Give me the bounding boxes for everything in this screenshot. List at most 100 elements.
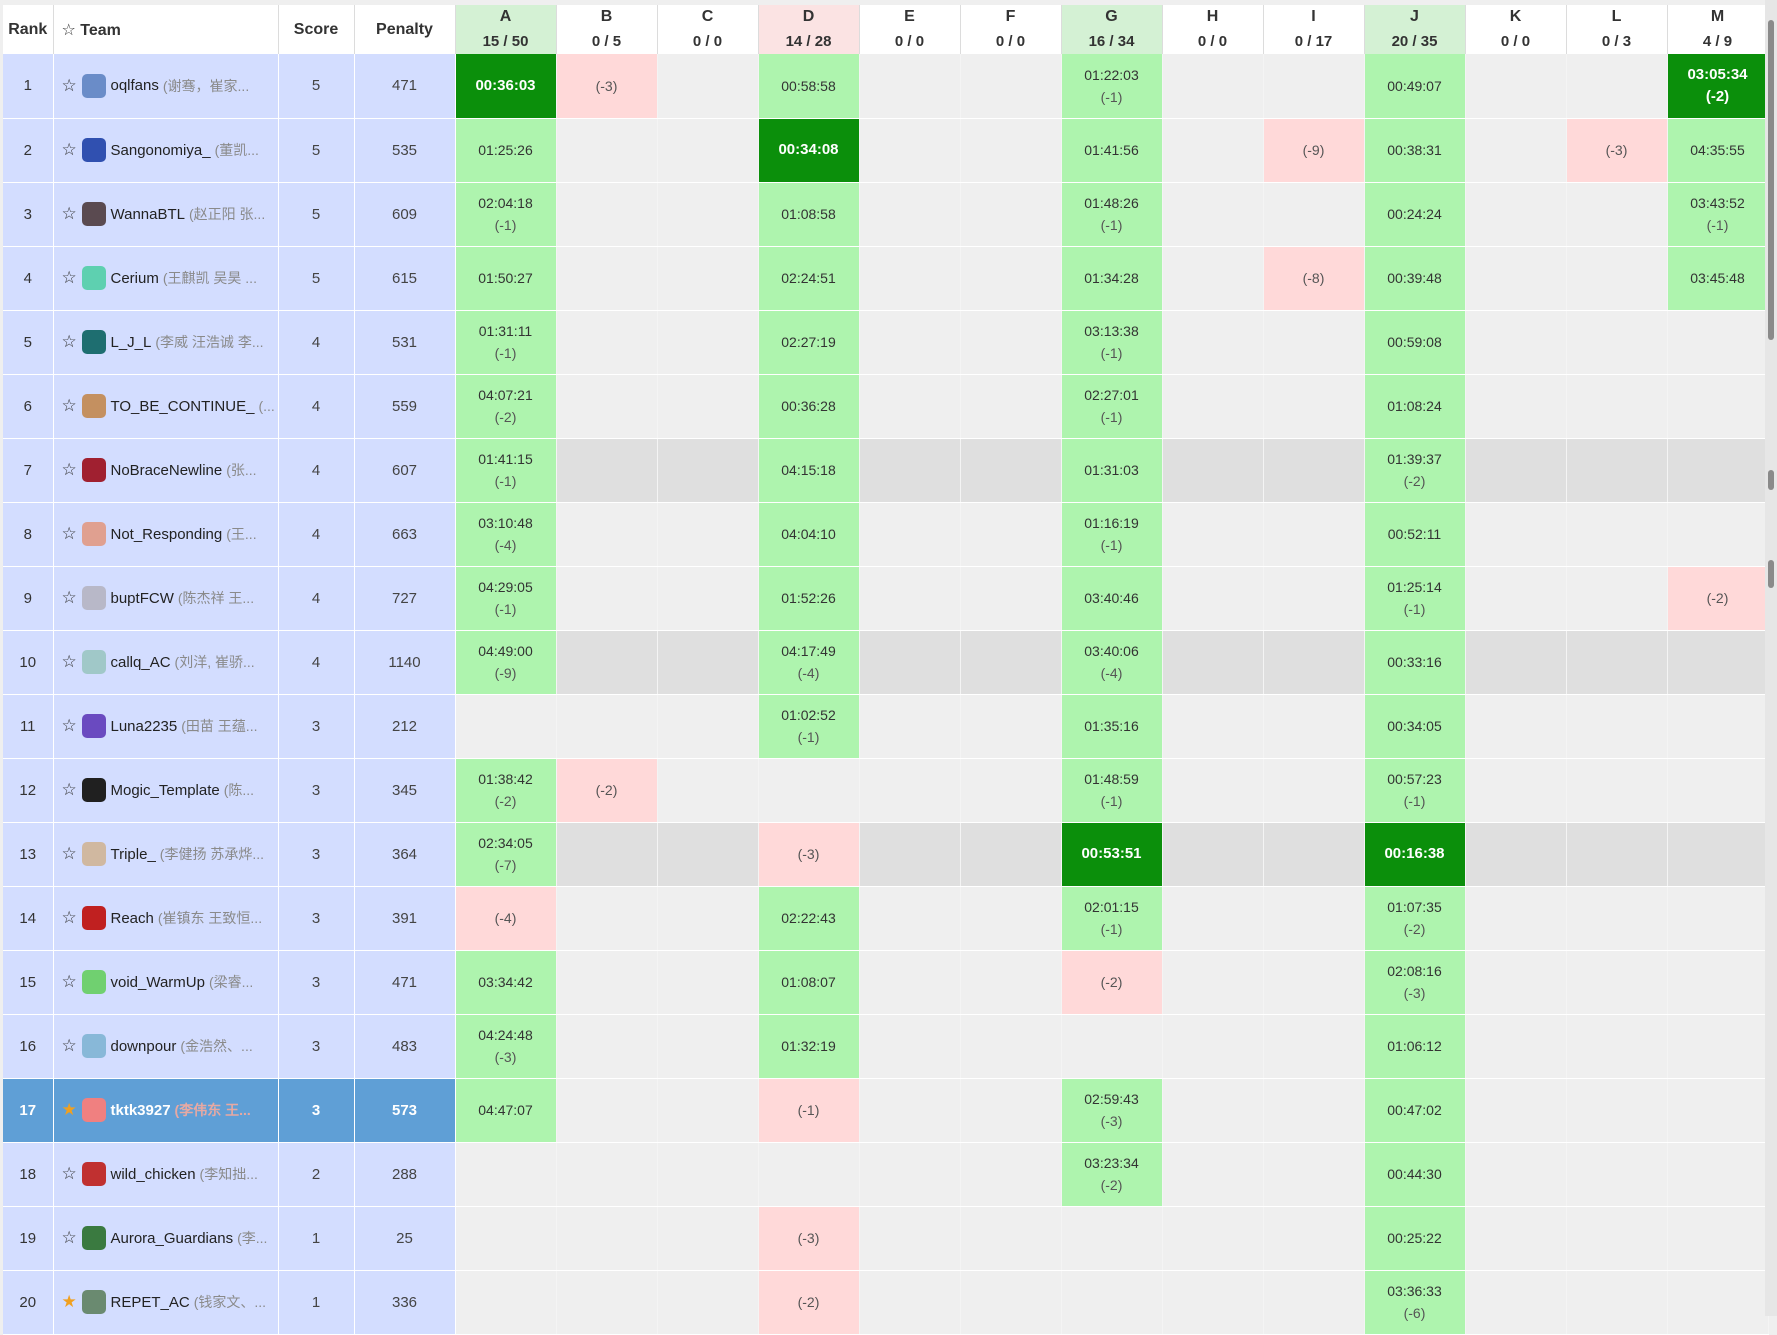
star-outline-icon[interactable]: ☆ <box>62 652 80 672</box>
result-cell-j[interactable]: 00:47:02 <box>1364 1078 1466 1143</box>
result-cell-g[interactable]: 02:27:01 (-1) <box>1061 374 1163 439</box>
star-outline-icon[interactable]: ☆ <box>62 780 80 800</box>
result-cell-j[interactable]: 00:16:38 <box>1364 822 1466 887</box>
result-cell-j[interactable]: 01:08:24 <box>1364 374 1466 439</box>
team-row[interactable]: 14 ☆ Reach (崔镇东 王致恒... 3 391 (-4) 02:22:43 02:01… <box>3 886 1769 951</box>
result-cell-j[interactable]: 00:34:05 <box>1364 694 1466 759</box>
team-name[interactable]: Triple_ <box>111 846 156 863</box>
team-cell[interactable]: ☆ WannaBTL (赵正阳 张... <box>53 182 279 247</box>
result-cell-d[interactable]: 01:02:52 (-1) <box>758 694 860 759</box>
star-filter-icon[interactable]: ☆ <box>62 22 76 39</box>
problem-header-e[interactable]: E <box>859 5 961 29</box>
problem-header-i[interactable]: I <box>1263 5 1365 29</box>
penalty-header[interactable]: Penalty <box>354 5 456 54</box>
result-cell-j[interactable]: 01:25:14 (-1) <box>1364 566 1466 631</box>
team-name[interactable]: Reach <box>111 910 154 927</box>
team-cell[interactable]: ☆ Sangonomiya_ (董凯... <box>53 118 279 183</box>
result-cell-j[interactable]: 00:39:48 <box>1364 246 1466 311</box>
result-cell-d[interactable]: 04:15:18 <box>758 438 860 503</box>
problem-header-h[interactable]: H <box>1162 5 1264 29</box>
team-cell[interactable]: ☆ L_J_L (李威 汪浩诚 李... <box>53 310 279 375</box>
star-outline-icon[interactable]: ☆ <box>62 76 80 96</box>
result-cell-j[interactable]: 01:39:37 (-2) <box>1364 438 1466 503</box>
result-cell-d[interactable]: 01:08:07 <box>758 950 860 1015</box>
result-cell-j[interactable]: 03:36:33 (-6) <box>1364 1270 1466 1335</box>
result-cell-a[interactable]: 02:34:05 (-7) <box>455 822 557 887</box>
problem-header-c[interactable]: C <box>657 5 759 29</box>
team-row[interactable]: 3 ☆ WannaBTL (赵正阳 张... 5 609 02:04:18 (-1) 01:08… <box>3 182 1769 247</box>
result-cell-g[interactable]: 01:34:28 <box>1061 246 1163 311</box>
team-name[interactable]: REPET_AC <box>111 1294 190 1311</box>
star-outline-icon[interactable]: ☆ <box>62 1164 80 1184</box>
problem-header-d[interactable]: D <box>758 5 860 29</box>
result-cell-d[interactable]: 00:34:08 <box>758 118 860 183</box>
team-name[interactable]: tktk3927 <box>111 1102 171 1119</box>
result-cell-m[interactable]: 04:35:55 <box>1667 118 1769 183</box>
result-cell-g[interactable]: 00:53:51 <box>1061 822 1163 887</box>
result-cell-j[interactable]: 00:59:08 <box>1364 310 1466 375</box>
result-cell-d[interactable]: (-2) <box>758 1270 860 1335</box>
star-filled-icon[interactable]: ★ <box>62 1100 80 1120</box>
result-cell-a[interactable]: 01:38:42 (-2) <box>455 758 557 823</box>
star-outline-icon[interactable]: ☆ <box>62 908 80 928</box>
result-cell-g[interactable]: 03:13:38 (-1) <box>1061 310 1163 375</box>
team-name[interactable]: downpour <box>111 1038 177 1055</box>
rank-header[interactable]: Rank <box>3 5 54 54</box>
result-cell-a[interactable]: 04:24:48 (-3) <box>455 1014 557 1079</box>
result-cell-j[interactable]: 02:08:16 (-3) <box>1364 950 1466 1015</box>
team-cell[interactable]: ☆ void_WarmUp (梁睿... <box>53 950 279 1015</box>
result-cell-j[interactable]: 00:57:23 (-1) <box>1364 758 1466 823</box>
result-cell-d[interactable]: 02:27:19 <box>758 310 860 375</box>
team-name[interactable]: oqlfans <box>111 77 159 94</box>
result-cell-d[interactable]: (-3) <box>758 822 860 887</box>
team-row[interactable]: 18 ☆ wild_chicken (李知拙... 2 288 03:23:34 (-2) 00… <box>3 1142 1769 1207</box>
team-row[interactable]: 17 ★ tktk3927 (李伟东 王... 3 573 04:47:07 (-1) 02:5… <box>3 1078 1769 1143</box>
team-name[interactable]: callq_AC <box>111 654 171 671</box>
result-cell-d[interactable]: 01:08:58 <box>758 182 860 247</box>
result-cell-g[interactable]: 01:35:16 <box>1061 694 1163 759</box>
problem-header-k[interactable]: K <box>1465 5 1567 29</box>
team-cell[interactable]: ☆ Luna2235 (田苗 王蕴... <box>53 694 279 759</box>
result-cell-a[interactable]: 03:34:42 <box>455 950 557 1015</box>
result-cell-d[interactable]: 01:32:19 <box>758 1014 860 1079</box>
problem-header-g[interactable]: G <box>1061 5 1163 29</box>
star-outline-icon[interactable]: ☆ <box>62 844 80 864</box>
team-row[interactable]: 16 ☆ downpour (金浩然、... 3 483 04:24:48 (-3) 01:32… <box>3 1014 1769 1079</box>
team-cell[interactable]: ☆ TO_BE_CONTINUE_ (... <box>53 374 279 439</box>
star-outline-icon[interactable]: ☆ <box>62 1036 80 1056</box>
team-name[interactable]: Cerium <box>111 270 159 287</box>
result-cell-g[interactable]: (-2) <box>1061 950 1163 1015</box>
team-row[interactable]: 12 ☆ Mogic_Template (陈... 3 345 01:38:42 (-2) (-… <box>3 758 1769 823</box>
problem-header-a[interactable]: A <box>455 5 557 29</box>
result-cell-j[interactable]: 00:38:31 <box>1364 118 1466 183</box>
team-row[interactable]: 20 ★ REPET_AC (钱家文、... 1 336 (-2) 03:36:33 (-6) <box>3 1270 1769 1335</box>
result-cell-j[interactable]: 00:52:11 <box>1364 502 1466 567</box>
star-outline-icon[interactable]: ☆ <box>62 396 80 416</box>
team-name[interactable]: Luna2235 <box>111 718 178 735</box>
result-cell-b[interactable]: (-3) <box>556 54 658 119</box>
result-cell-j[interactable]: 00:49:07 <box>1364 54 1466 119</box>
result-cell-a[interactable]: 01:50:27 <box>455 246 557 311</box>
vertical-scrollbar[interactable] <box>1765 0 1777 1316</box>
team-name[interactable]: Not_Responding <box>111 526 223 543</box>
result-cell-d[interactable]: 04:17:49 (-4) <box>758 630 860 695</box>
team-cell[interactable]: ☆ Not_Responding (王... <box>53 502 279 567</box>
result-cell-d[interactable]: (-1) <box>758 1078 860 1143</box>
result-cell-a[interactable]: 04:29:05 (-1) <box>455 566 557 631</box>
star-outline-icon[interactable]: ☆ <box>62 204 80 224</box>
team-name[interactable]: L_J_L <box>111 334 152 351</box>
team-cell[interactable]: ☆ NoBraceNewline (张... <box>53 438 279 503</box>
team-header[interactable]: ☆ Team <box>53 5 279 54</box>
problem-header-m[interactable]: M <box>1667 5 1769 29</box>
team-row[interactable]: 2 ☆ Sangonomiya_ (董凯... 5 535 01:25:26 00:34:08… <box>3 118 1769 183</box>
team-name[interactable]: Mogic_Template <box>111 782 220 799</box>
result-cell-j[interactable]: 00:25:22 <box>1364 1206 1466 1271</box>
star-outline-icon[interactable]: ☆ <box>62 460 80 480</box>
result-cell-j[interactable]: 00:33:16 <box>1364 630 1466 695</box>
team-row[interactable]: 6 ☆ TO_BE_CONTINUE_ (... 4 559 04:07:21 (-2) 00:… <box>3 374 1769 439</box>
result-cell-j[interactable]: 01:07:35 (-2) <box>1364 886 1466 951</box>
team-cell[interactable]: ★ REPET_AC (钱家文、... <box>53 1270 279 1335</box>
team-name[interactable]: WannaBTL <box>111 206 185 223</box>
result-cell-l[interactable]: (-3) <box>1566 118 1668 183</box>
team-cell[interactable]: ☆ Reach (崔镇东 王致恒... <box>53 886 279 951</box>
